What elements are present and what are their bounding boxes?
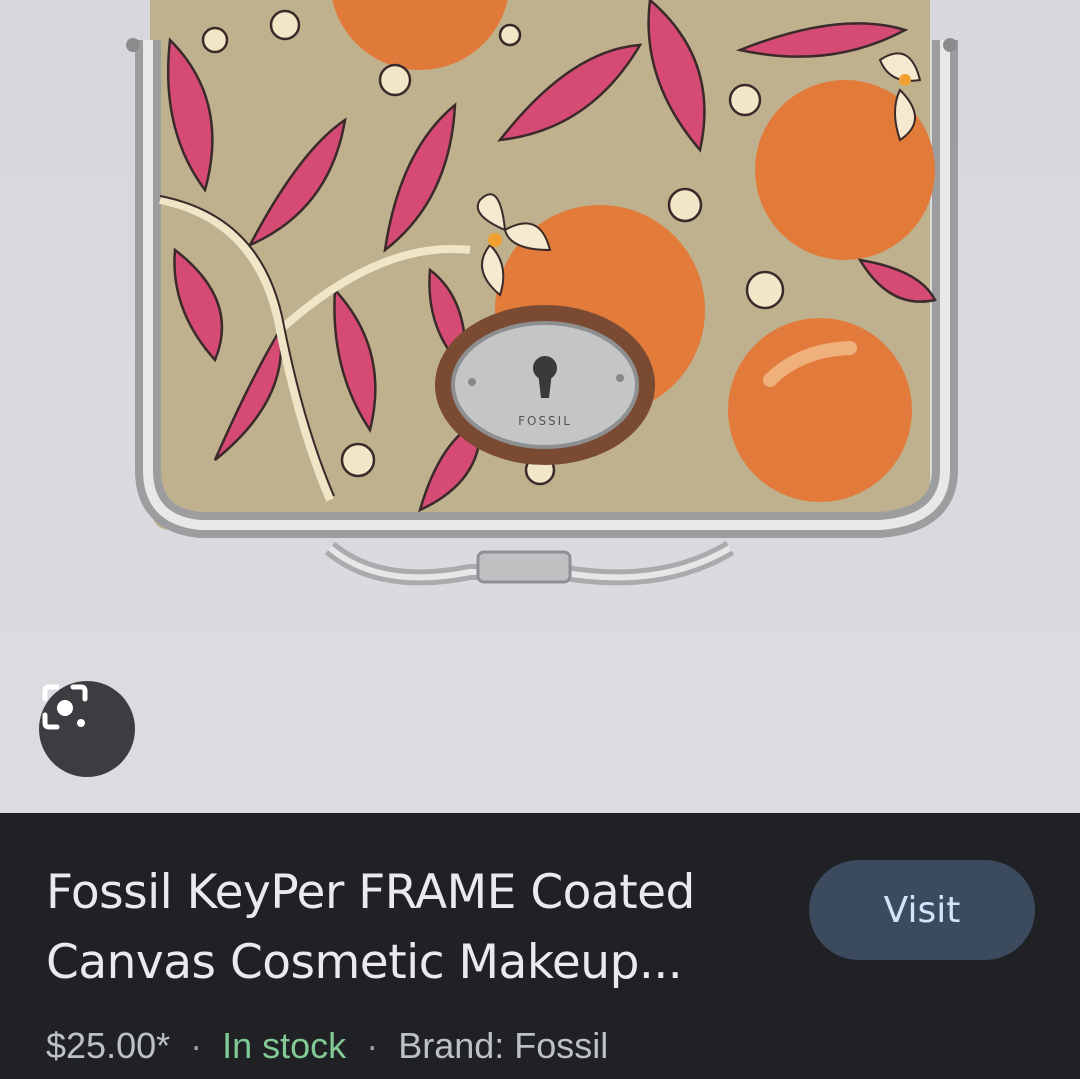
fossil-bag-illustration: FOSSIL xyxy=(126,0,958,586)
google-lens-icon xyxy=(42,684,88,730)
visit-button[interactable]: Visit xyxy=(809,860,1035,960)
product-meta: $25.00* · In stock · Brand: Fossil xyxy=(46,1018,608,1074)
product-image[interactable]: FOSSIL xyxy=(0,0,1080,813)
emblem-text: FOSSIL xyxy=(518,414,572,428)
brand-label: Brand: Fossil xyxy=(398,1025,609,1066)
product-title[interactable]: Fossil KeyPer FRAME Coated Canvas Cosmet… xyxy=(46,858,766,998)
product-title-line-2: Canvas Cosmetic Makeup... xyxy=(46,935,683,990)
google-lens-button[interactable] xyxy=(39,681,135,777)
product-title-line-1: Fossil KeyPer FRAME Coated xyxy=(46,865,695,920)
availability-status: In stock xyxy=(222,1025,347,1066)
separator-dot: · xyxy=(190,1025,203,1066)
separator-dot: · xyxy=(366,1025,379,1066)
price: $25.00* xyxy=(46,1025,171,1066)
